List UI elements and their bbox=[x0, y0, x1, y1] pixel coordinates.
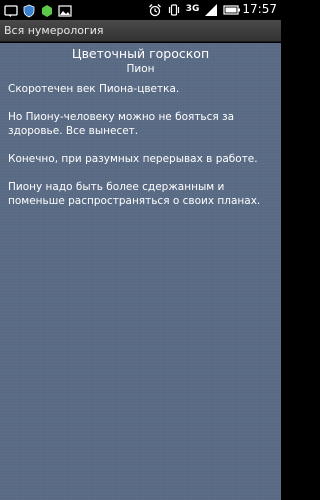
vibrate-icon bbox=[167, 2, 181, 16]
alarm-icon bbox=[148, 2, 162, 17]
status-time: 17:57 bbox=[242, 2, 277, 16]
horoscope-paragraph: Скоротечен век Пиона-цветка. bbox=[8, 83, 180, 95]
horoscope-paragraph: Но Пиону-человеку можно не бояться за зд… bbox=[8, 111, 235, 137]
notification-icon bbox=[4, 3, 18, 17]
status-bar-notifications bbox=[4, 3, 72, 18]
horoscope-title: Цветочный гороскоп bbox=[71, 46, 210, 61]
flower-name: Пион bbox=[126, 63, 155, 75]
status-bar-system: 3G 17:57 bbox=[148, 2, 277, 17]
horoscope-paragraph: Конечно, при разумных перерывах в работе… bbox=[8, 153, 258, 165]
app-title-bar: Вся нумерология bbox=[0, 20, 281, 42]
horoscope-paragraph: Пиону надо быть более сдержанным и помен… bbox=[8, 181, 261, 207]
shield-icon bbox=[22, 3, 36, 18]
battery-icon bbox=[223, 2, 241, 16]
status-bar: 3G 17:57 bbox=[0, 0, 281, 20]
horoscope-content[interactable]: Цветочный гороскоп Пион Скоротечен век П… bbox=[0, 43, 281, 500]
signal-icon bbox=[204, 2, 218, 16]
image-icon bbox=[58, 3, 72, 17]
app-icon bbox=[40, 3, 54, 17]
app-title: Вся нумерология bbox=[4, 24, 104, 37]
network-type: 3G bbox=[185, 4, 200, 14]
